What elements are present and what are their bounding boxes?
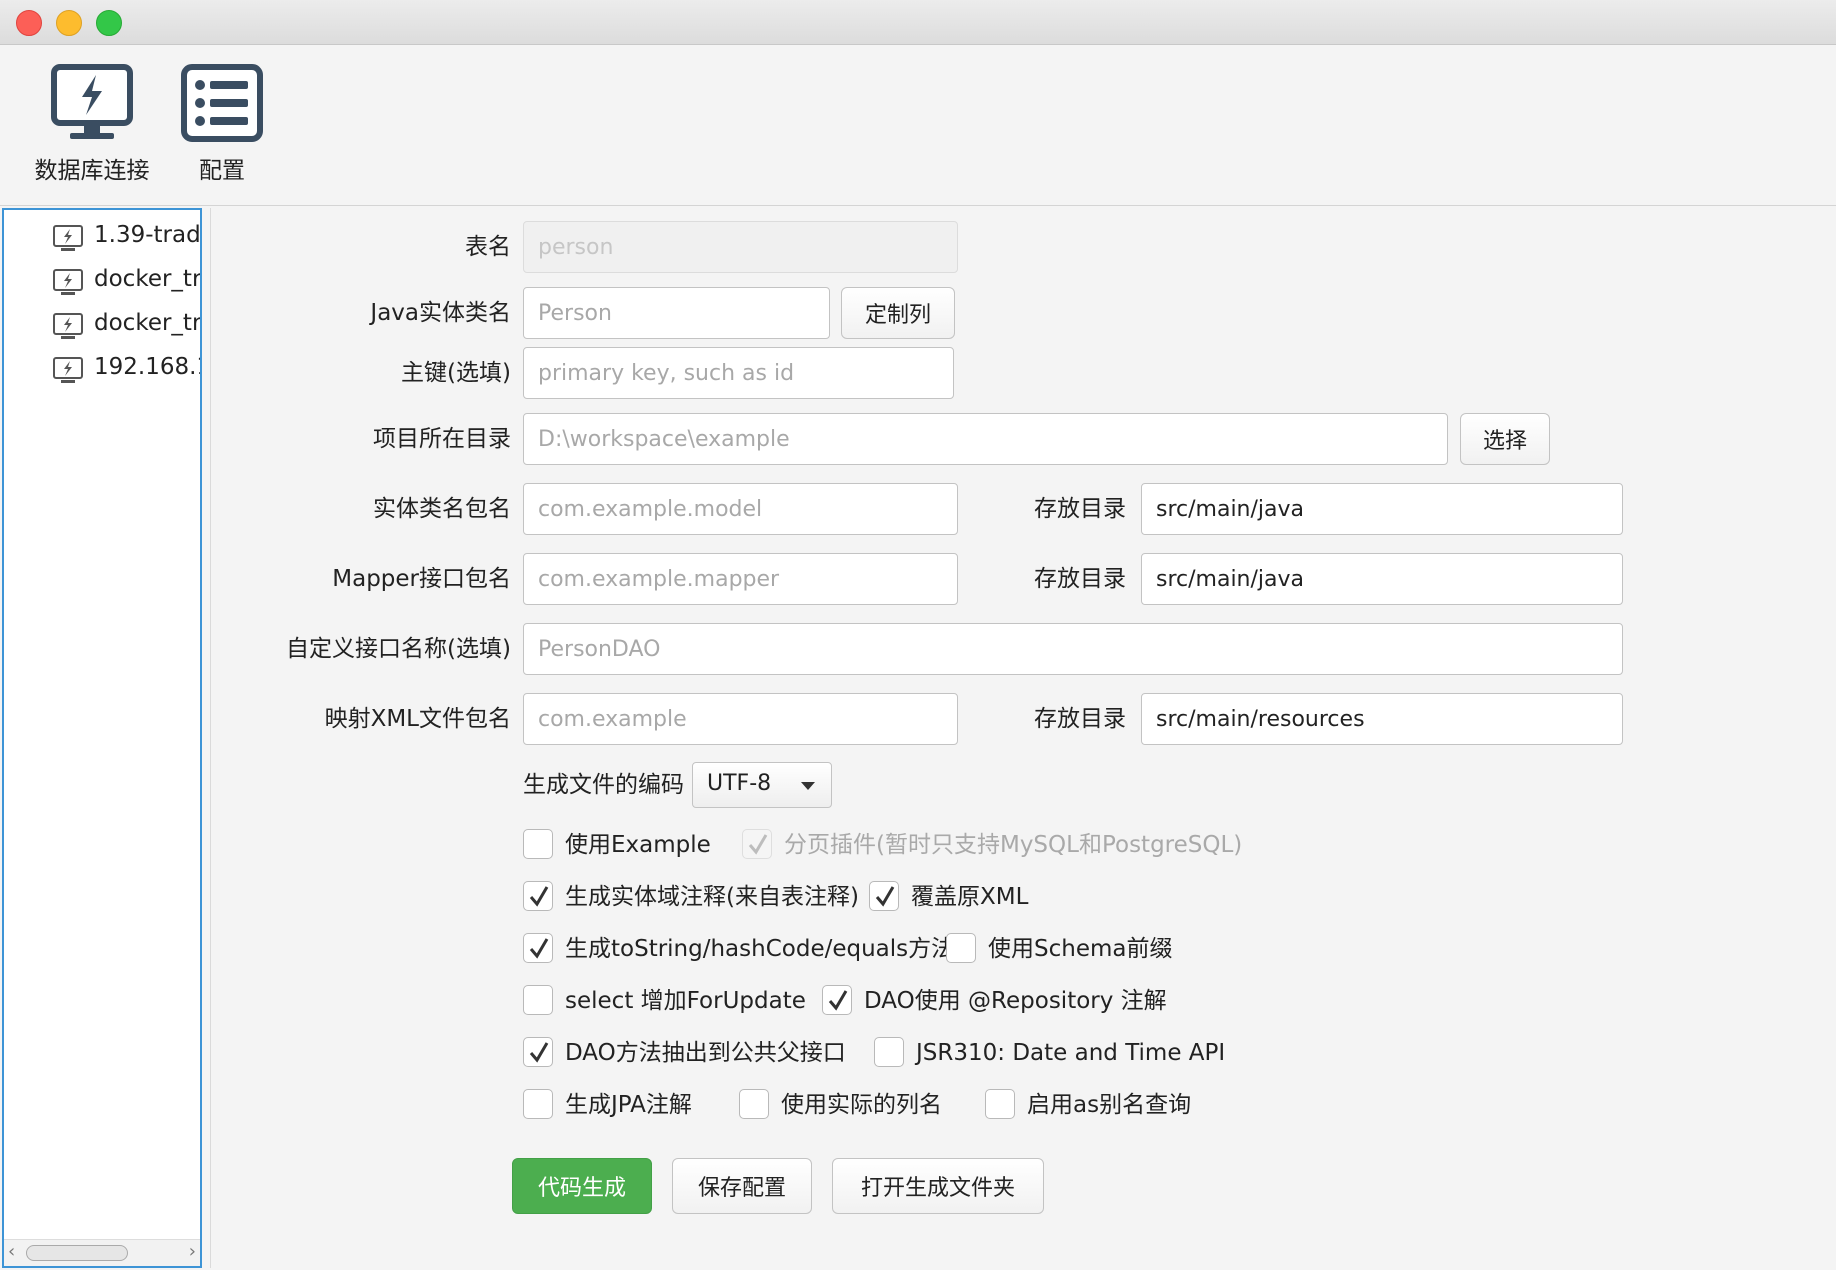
check-icon <box>748 834 768 855</box>
choose-dir-button[interactable]: 选择 <box>1460 413 1550 465</box>
entity-dir-input[interactable] <box>1141 483 1623 535</box>
custom-interface-label: 自定义接口名称(选填) <box>286 636 511 662</box>
checkbox-box[interactable] <box>523 985 553 1015</box>
open-output-folder-button[interactable]: 打开生成文件夹 <box>832 1158 1044 1214</box>
checkbox-box[interactable] <box>869 881 899 911</box>
check-icon <box>529 886 549 907</box>
generate-code-button[interactable]: 代码生成 <box>512 1158 652 1214</box>
config-button[interactable]: 配置 <box>172 63 272 185</box>
list-config-icon <box>181 64 263 142</box>
db-connection-label: 数据库连接 <box>34 158 150 184</box>
entity-class-input[interactable] <box>523 287 830 339</box>
project-dir-input[interactable] <box>523 413 1448 465</box>
connection-icon <box>53 225 83 251</box>
connection-icon <box>53 313 83 339</box>
mapper-dir-label: 存放目录 <box>1034 566 1126 592</box>
checkbox-box[interactable] <box>523 1037 553 1067</box>
checkbox-label: 使用实际的列名 <box>781 1092 942 1118</box>
customize-columns-button[interactable]: 定制列 <box>841 287 955 339</box>
checkbox-label: JSR310: Date and Time API <box>916 1040 1226 1066</box>
encoding-select[interactable]: UTF-8 <box>692 762 832 808</box>
table-name-input <box>523 221 958 273</box>
checkbox-label: 使用Schema前缀 <box>988 936 1173 962</box>
panel-divider[interactable] <box>210 208 211 1268</box>
encoding-label: 生成文件的编码 <box>523 772 684 798</box>
checkbox-box[interactable] <box>946 933 976 963</box>
scroll-left-icon[interactable]: ‹ <box>8 1241 15 1262</box>
check-icon <box>529 1042 549 1063</box>
save-config-button[interactable]: 保存配置 <box>672 1158 812 1214</box>
checkbox-label: 覆盖原XML <box>911 884 1029 910</box>
tree-item-label: docker_tra <box>94 310 202 336</box>
tree-horizontal-scrollbar[interactable]: ‹ › <box>4 1239 200 1266</box>
check-icon <box>875 886 895 907</box>
tree-item-label: 1.39-trade <box>94 222 201 248</box>
entity-dir-label: 存放目录 <box>1034 496 1126 522</box>
config-label: 配置 <box>199 158 245 184</box>
checkbox-label: select 增加ForUpdate <box>565 988 806 1014</box>
maximize-window-button[interactable] <box>96 10 122 36</box>
entity-package-input[interactable] <box>523 483 958 535</box>
checkbox-label: DAO方法抽出到公共父接口 <box>565 1040 846 1066</box>
connection-tree[interactable]: 1.39-trade docker_tra docker_tra <box>2 208 202 1268</box>
primary-key-label: 主键(选填) <box>401 360 511 386</box>
connection-icon <box>53 269 83 295</box>
checkbox-box[interactable] <box>523 933 553 963</box>
mapper-package-input[interactable] <box>523 553 958 605</box>
entity-package-label: 实体类名包名 <box>373 496 511 522</box>
custom-interface-input[interactable] <box>523 623 1623 675</box>
checkbox-box <box>742 829 772 859</box>
checkbox-box[interactable] <box>523 1089 553 1119</box>
scroll-right-icon[interactable]: › <box>189 1241 196 1262</box>
database-connection-icon <box>51 64 133 139</box>
checkbox-label: 生成实体域注释(来自表注释) <box>565 884 859 910</box>
tree-item-label: 192.168.1. <box>94 354 200 380</box>
checkbox-label: 分页插件(暂时只支持MySQL和PostgreSQL) <box>784 832 1243 858</box>
entity-class-label: Java实体类名 <box>370 300 511 326</box>
check-icon <box>828 990 848 1011</box>
chevron-down-icon <box>801 782 815 790</box>
primary-key-input[interactable] <box>523 347 954 399</box>
app-window: 数据库连接 配置 1.39-trade <box>0 0 1836 1270</box>
checkbox-label: 生成JPA注解 <box>565 1092 692 1118</box>
db-connection-button[interactable]: 数据库连接 <box>26 63 158 185</box>
xml-package-input[interactable] <box>523 693 958 745</box>
encoding-value: UTF-8 <box>707 771 772 796</box>
close-window-button[interactable] <box>16 10 42 36</box>
toolbar: 数据库连接 配置 <box>0 45 1836 206</box>
xml-dir-label: 存放目录 <box>1034 706 1126 732</box>
checkbox-box[interactable] <box>523 881 553 911</box>
check-icon <box>529 938 549 959</box>
title-bar <box>0 0 1836 45</box>
checkbox-box[interactable] <box>523 829 553 859</box>
minimize-window-button[interactable] <box>56 10 82 36</box>
xml-dir-input[interactable] <box>1141 693 1623 745</box>
checkbox-box[interactable] <box>985 1089 1015 1119</box>
checkbox-box[interactable] <box>874 1037 904 1067</box>
connection-icon <box>53 357 83 383</box>
mapper-package-label: Mapper接口包名 <box>332 566 511 592</box>
mapper-dir-input[interactable] <box>1141 553 1623 605</box>
table-name-label: 表名 <box>465 234 511 260</box>
project-dir-label: 项目所在目录 <box>373 426 511 452</box>
scrollbar-thumb[interactable] <box>26 1245 128 1261</box>
checkbox-box[interactable] <box>822 985 852 1015</box>
checkbox-label: 启用as别名查询 <box>1027 1092 1192 1118</box>
checkbox-label: DAO使用 @Repository 注解 <box>864 988 1167 1014</box>
checkbox-label: 使用Example <box>565 832 711 858</box>
xml-package-label: 映射XML文件包名 <box>324 706 511 732</box>
checkbox-label: 生成toString/hashCode/equals方法 <box>565 936 955 962</box>
tree-item-label: docker_tra <box>94 266 202 292</box>
checkbox-box[interactable] <box>739 1089 769 1119</box>
